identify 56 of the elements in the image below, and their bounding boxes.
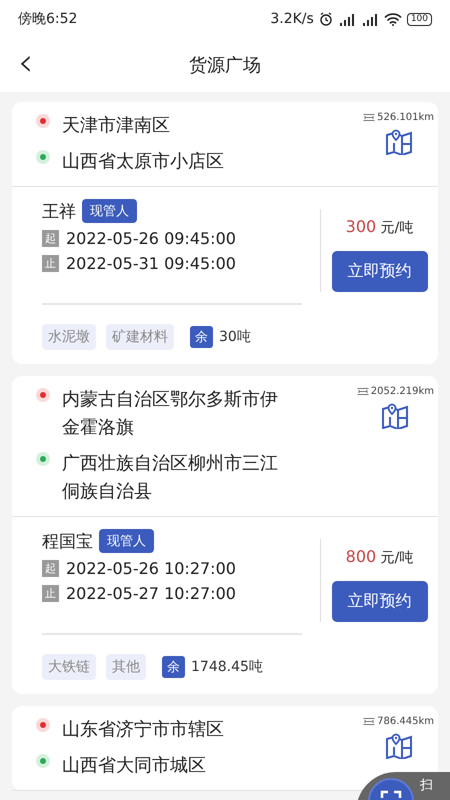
network-speed: 3.2K/s <box>270 11 314 27</box>
shipper-name: 程国宝 <box>42 530 93 552</box>
destination-dot <box>40 758 46 764</box>
remaining-label: 余 <box>162 656 185 678</box>
shipper-name: 王祥 <box>42 200 76 222</box>
role-badge: 现管人 <box>99 529 154 553</box>
ruler-icon <box>356 387 369 396</box>
wifi-icon <box>384 12 402 26</box>
origin-dot <box>40 118 46 124</box>
start-label: 起 <box>42 560 59 577</box>
price-unit: 元/吨 <box>380 550 414 566</box>
back-button[interactable]: ‹ <box>12 42 40 82</box>
start-time: 2022-05-26 10:27:00 <box>66 559 236 578</box>
destination-address: 山西省太原市小店区 <box>61 150 225 174</box>
cargo-tag: 水泥墩 <box>42 324 96 350</box>
origin-address: 山东省济宁市市辖区 <box>61 718 225 742</box>
page-title: 货源广场 <box>189 54 261 77</box>
alarm-icon <box>318 12 333 26</box>
signal-icon <box>338 12 356 26</box>
remaining-amount: 30吨 <box>219 328 251 346</box>
end-time: 2022-05-31 09:45:00 <box>66 254 236 273</box>
destination-address: 广西壮族自治区柳州市三江侗族自治县 <box>61 452 279 504</box>
book-button[interactable]: 立即预约 <box>332 251 428 292</box>
book-button[interactable]: 立即预约 <box>332 581 428 622</box>
signal-icon <box>360 12 379 26</box>
ruler-icon <box>363 113 376 122</box>
price-unit: 元/吨 <box>380 220 414 236</box>
price: 800 <box>346 547 376 566</box>
cargo-tag: 其他 <box>106 654 146 680</box>
distance: 2052.219km <box>370 386 434 397</box>
battery-indicator: 100 <box>406 12 432 26</box>
end-time: 2022-05-27 10:27:00 <box>66 584 236 603</box>
end-label: 止 <box>42 255 59 272</box>
price: 300 <box>346 217 376 236</box>
distance: 786.445km <box>377 716 434 727</box>
origin-dot <box>40 722 46 728</box>
destination-dot <box>40 154 46 160</box>
map-icon[interactable] <box>384 733 413 759</box>
remaining-amount: 1748.45吨 <box>191 658 263 676</box>
cargo-tag: 矿建材料 <box>106 324 174 350</box>
origin-address: 内蒙古自治区鄂尔多斯市伊金霍洛旗 <box>61 388 279 440</box>
origin-dot <box>40 392 46 398</box>
map-icon[interactable] <box>384 129 413 155</box>
status-time: 傍晚6:52 <box>18 10 78 28</box>
cargo-tag: 大铁链 <box>42 654 96 680</box>
destination-address: 山西省大同市城区 <box>61 754 207 778</box>
role-badge: 现管人 <box>82 199 137 223</box>
end-label: 止 <box>42 585 59 602</box>
start-label: 起 <box>42 230 59 247</box>
distance: 526.101km <box>377 112 434 123</box>
map-icon[interactable] <box>381 403 410 429</box>
origin-address: 天津市津南区 <box>61 114 171 138</box>
destination-dot <box>40 456 46 462</box>
start-time: 2022-05-26 09:45:00 <box>66 229 236 248</box>
ruler-icon <box>363 717 376 726</box>
remaining-label: 余 <box>190 326 213 348</box>
